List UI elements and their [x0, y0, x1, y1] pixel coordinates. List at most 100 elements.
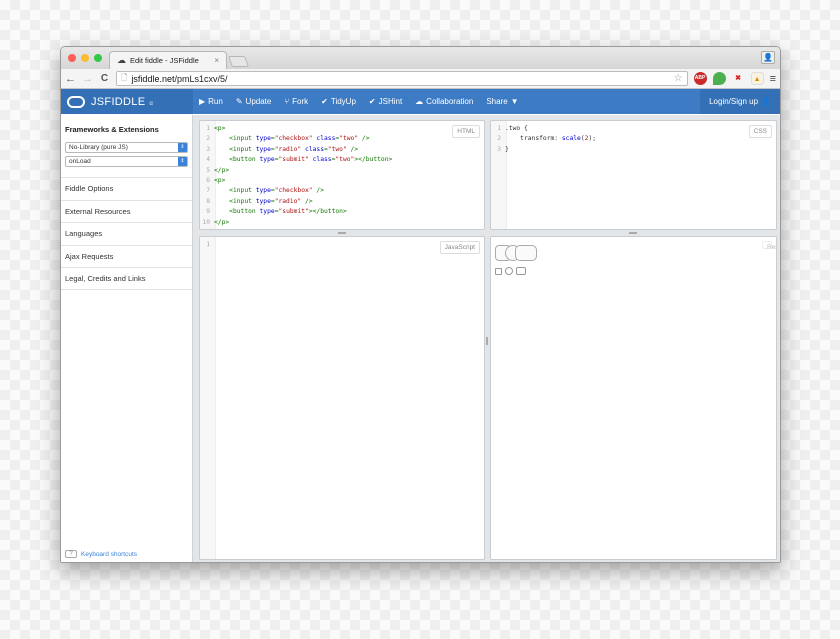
- code-token: </p>: [214, 218, 230, 226]
- back-icon[interactable]: ←: [65, 73, 76, 85]
- css-panel-label: CSS: [748, 125, 772, 138]
- radio[interactable]: [505, 267, 513, 275]
- jsfiddle-toolbar: JSFIDDLE α ▶ Run ✎ Update ⑂ Fork ✔ TidyUp ✔ JSHin…: [61, 89, 780, 114]
- css-splitter-handle[interactable]: [629, 232, 637, 234]
- keyboard-shortcuts-link[interactable]: ? Keyboard shortcuts: [65, 550, 137, 558]
- code-token: class: [316, 135, 336, 143]
- line-number: 6: [206, 176, 210, 184]
- line-number: 4: [206, 156, 210, 164]
- code-token: ></button>: [308, 208, 347, 216]
- minimize-window-button[interactable]: [81, 54, 89, 62]
- update-icon: ✎: [235, 97, 243, 106]
- sidebar-item-languages[interactable]: Languages: [61, 222, 192, 245]
- code-line: 3 <input type = "radio" class = "two" />: [200, 145, 392, 155]
- user-icon: 👤: [761, 97, 771, 106]
- load-type-select-value: onLoad: [69, 158, 91, 165]
- checkbox[interactable]: [495, 267, 502, 275]
- jshint-icon: ✔: [368, 97, 376, 106]
- jsfiddle-logo-icon: [67, 95, 85, 108]
- code-line: 4 <button type = "submit" class = "two" ></bu…: [200, 155, 392, 165]
- code-line: 9 <button type = "submit" ></button>: [200, 207, 392, 217]
- line-number: 1: [497, 125, 501, 132]
- green-extension-icon[interactable]: [712, 72, 726, 85]
- toolbar-tidyup-button[interactable]: ✔ TidyUp: [321, 97, 356, 106]
- code-token: "checkbox": [274, 135, 313, 143]
- adblock-plus-icon[interactable]: ABP: [693, 72, 707, 85]
- vertical-splitter-handle[interactable]: [486, 337, 488, 345]
- toolbar-action-label: JSHint: [378, 97, 403, 106]
- code-line: 1: [200, 240, 214, 250]
- toolbar-jshint-button[interactable]: ✔ JSHint: [369, 97, 402, 106]
- code-token: type: [255, 135, 271, 143]
- framework-select[interactable]: No-Library (pure JS) ⇕: [65, 142, 188, 153]
- code-token: <button: [229, 208, 260, 216]
- profile-icon[interactable]: 👤: [761, 51, 775, 64]
- load-type-select[interactable]: onLoad ⇕: [65, 156, 188, 167]
- sidebar-item-external-resources[interactable]: External Resources: [61, 199, 192, 223]
- browser-menu-icon[interactable]: ≡: [770, 73, 776, 85]
- zoom-window-button[interactable]: [94, 54, 102, 62]
- code-token: />: [346, 145, 359, 153]
- bookmark-star-icon[interactable]: ☆: [674, 73, 683, 84]
- jsfiddle-favicon-icon: ☁: [117, 55, 126, 65]
- close-window-button[interactable]: [68, 54, 76, 62]
- login-signup-button[interactable]: Login/Sign up 👤: [700, 89, 780, 114]
- toolbar-share-button[interactable]: Share ▼: [486, 97, 518, 106]
- toolbar-collaboration-button[interactable]: ☁ Collaboration: [415, 97, 473, 106]
- javascript-panel-label: JavaScript: [439, 241, 480, 254]
- new-tab-button[interactable]: [227, 56, 250, 67]
- collaboration-icon: ☁: [415, 97, 424, 106]
- css-editor[interactable]: 1 .two {2 transform: scale(2); 3}: [491, 124, 596, 155]
- url-input[interactable]: 🗋 jsfiddle.net/pmLs1cxv/5/ ☆: [116, 71, 688, 86]
- html-splitter-handle[interactable]: [338, 232, 346, 234]
- toolbar-fork-button[interactable]: ⑂ Fork: [284, 97, 308, 106]
- code-line: 1 .two {: [491, 124, 596, 134]
- jsfiddle-brand[interactable]: JSFIDDLE α: [61, 89, 193, 114]
- code-token: <input: [229, 135, 256, 143]
- toolbar-actions: ▶ Run ✎ Update ⑂ Fork ✔ TidyUp ✔ JSHint ☁ Collabora…: [193, 97, 519, 106]
- code-token: type: [259, 156, 275, 164]
- html-panel-label: HTML: [452, 125, 480, 138]
- toolbar-update-button[interactable]: ✎ Update: [236, 97, 272, 106]
- orange-extension-icon[interactable]: ▲: [750, 72, 764, 85]
- code-line: 5 </p>: [200, 166, 392, 176]
- scaled-button[interactable]: [515, 245, 537, 261]
- frameworks-title: Frameworks & Extensions: [65, 125, 159, 134]
- browser-tab[interactable]: ☁ Edit fiddle - JSFiddle ×: [109, 51, 227, 69]
- line-number: 8: [206, 197, 210, 205]
- forward-icon[interactable]: →: [82, 73, 93, 85]
- tab-strip: ☁ Edit fiddle - JSFiddle × 👤: [61, 47, 780, 69]
- normal-controls: [495, 267, 537, 275]
- result-panel: Result: [490, 236, 777, 560]
- close-tab-icon[interactable]: ×: [214, 56, 219, 65]
- code-token: "submit": [278, 208, 309, 216]
- html-panel[interactable]: 1 <p> 2 <input type = "checkbox" class = "two"…: [199, 120, 485, 230]
- css-panel[interactable]: 1 .two {2 transform: scale(2); 3} CSS: [490, 120, 777, 230]
- html-editor[interactable]: 1 <p> 2 <input type = "checkbox" class = "two"…: [200, 124, 392, 228]
- code-line: 8 <input type = "radio" />: [200, 197, 392, 207]
- javascript-panel[interactable]: 1 JavaScript: [199, 236, 485, 560]
- sidebar-item-fiddle-options[interactable]: Fiddle Options: [61, 177, 192, 200]
- brand-suffix: α: [149, 100, 154, 107]
- code-token: "radio": [274, 145, 302, 153]
- line-number: 9: [206, 208, 210, 216]
- javascript-editor[interactable]: 1: [200, 240, 214, 250]
- code-token: type: [255, 187, 271, 195]
- toolbar-action-label: Update: [245, 97, 272, 106]
- code-token: />: [301, 197, 313, 205]
- select-arrows-icon: ⇕: [178, 157, 187, 166]
- code-token: </p>: [214, 166, 230, 174]
- code-token: "submit": [278, 156, 309, 164]
- red-x-extension-icon[interactable]: ✖: [732, 72, 745, 85]
- submit-button[interactable]: [516, 267, 526, 275]
- sidebar-item-legal-credits-and-links[interactable]: Legal, Credits and Links: [61, 267, 192, 290]
- code-line: 10 </p>: [200, 218, 392, 228]
- code-token: <button: [229, 156, 260, 164]
- sidebar-item-ajax-requests[interactable]: Ajax Requests: [61, 244, 192, 268]
- toolbar-run-button[interactable]: ▶ Run: [199, 97, 223, 106]
- reload-icon[interactable]: C: [99, 73, 110, 84]
